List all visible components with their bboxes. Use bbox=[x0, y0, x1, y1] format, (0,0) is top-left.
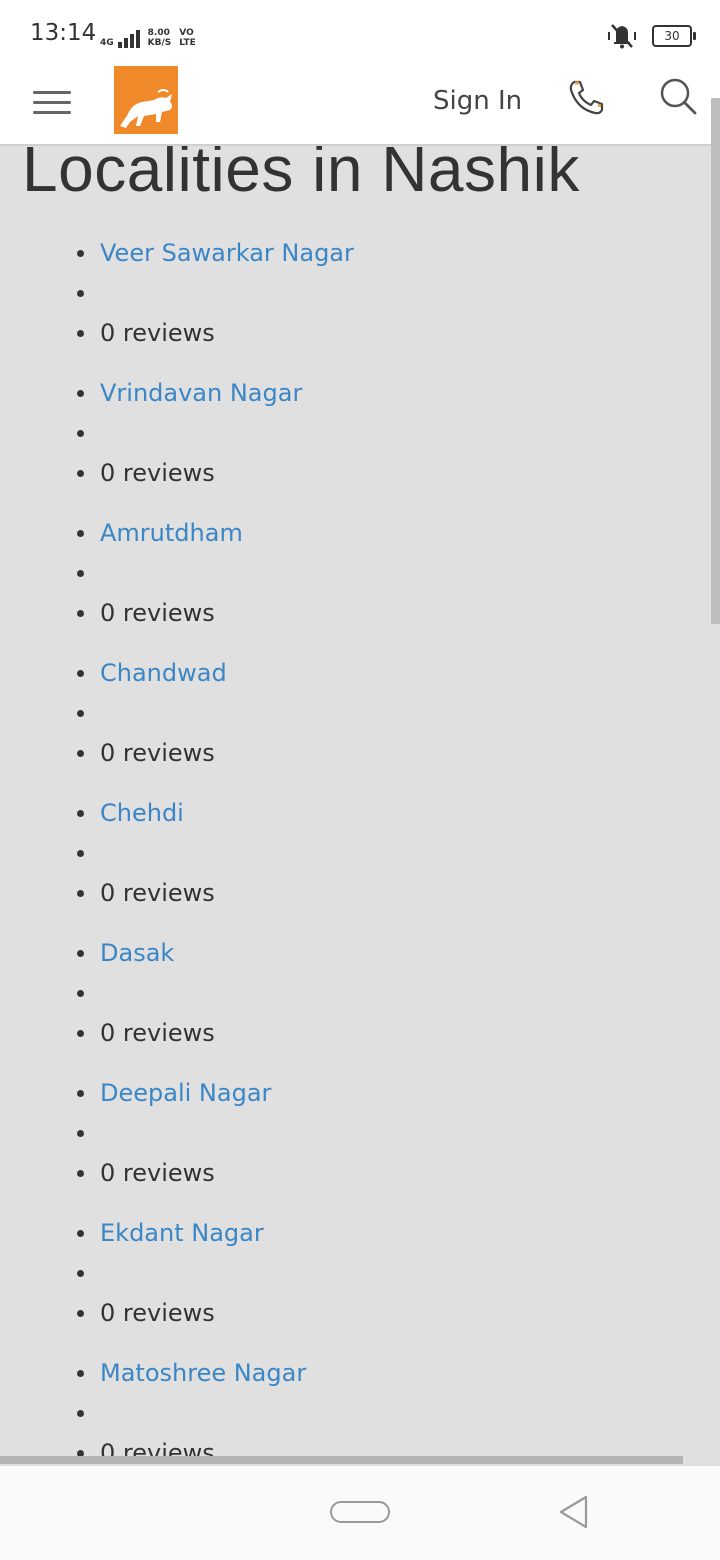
speed-indicator: 8.00 KB/S bbox=[148, 28, 172, 48]
volte-indicator: VO LTE bbox=[179, 28, 196, 48]
locality-item: Dasak 0 reviews bbox=[0, 933, 700, 1073]
locality-link[interactable]: Chandwad bbox=[100, 659, 227, 687]
locality-empty-row bbox=[0, 1393, 700, 1433]
localities-list: Veer Sawarkar Nagar 0 reviews Vrindavan … bbox=[0, 233, 700, 1466]
reviews-count: 0 reviews bbox=[100, 879, 215, 907]
locality-item: Matoshree Nagar 0 reviews bbox=[0, 1353, 700, 1466]
main-content[interactable]: Localities in Nashik Veer Sawarkar Nagar… bbox=[0, 144, 720, 1466]
hamburger-menu-icon[interactable] bbox=[33, 88, 71, 118]
status-bar: 13:14 4G 8.00 KB/S VO LTE 30 bbox=[0, 0, 720, 68]
status-time: 13:14 bbox=[30, 20, 97, 46]
locality-reviews-row: 0 reviews bbox=[0, 593, 700, 633]
locality-reviews-row: 0 reviews bbox=[0, 313, 700, 353]
locality-item: Chehdi 0 reviews bbox=[0, 793, 700, 933]
locality-reviews-row: 0 reviews bbox=[0, 733, 700, 773]
locality-empty-row bbox=[0, 833, 700, 873]
locality-reviews-row: 0 reviews bbox=[0, 453, 700, 493]
locality-link[interactable]: Dasak bbox=[100, 939, 174, 967]
back-triangle-icon[interactable] bbox=[556, 1494, 592, 1530]
locality-link[interactable]: Amrutdham bbox=[100, 519, 243, 547]
reviews-count: 0 reviews bbox=[100, 1299, 215, 1327]
locality-empty-row bbox=[0, 693, 700, 733]
locality-reviews-row: 0 reviews bbox=[0, 1153, 700, 1193]
locality-item: Deepali Nagar 0 reviews bbox=[0, 1073, 700, 1213]
page-title: Localities in Nashik bbox=[22, 144, 580, 205]
locality-link[interactable]: Deepali Nagar bbox=[100, 1079, 271, 1107]
locality-name-row: Matoshree Nagar bbox=[0, 1353, 700, 1393]
locality-name-row: Amrutdham bbox=[0, 513, 700, 553]
reviews-count: 0 reviews bbox=[100, 319, 215, 347]
locality-link[interactable]: Ekdant Nagar bbox=[100, 1219, 264, 1247]
locality-name-row: Chehdi bbox=[0, 793, 700, 833]
locality-name-row: Dasak bbox=[0, 933, 700, 973]
phone-icon[interactable] bbox=[566, 78, 606, 118]
speed-value: 8.00 bbox=[147, 28, 170, 38]
locality-empty-row bbox=[0, 273, 700, 313]
locality-empty-row bbox=[0, 553, 700, 593]
reviews-count: 0 reviews bbox=[100, 1019, 215, 1047]
reviews-count: 0 reviews bbox=[100, 1159, 215, 1187]
locality-name-row: Veer Sawarkar Nagar bbox=[0, 233, 700, 273]
locality-link[interactable]: Chehdi bbox=[100, 799, 184, 827]
locality-reviews-row: 0 reviews bbox=[0, 1013, 700, 1053]
locality-item: Chandwad 0 reviews bbox=[0, 653, 700, 793]
status-right: 30 bbox=[606, 22, 696, 50]
vertical-scrollbar[interactable] bbox=[711, 98, 720, 624]
signal-icon bbox=[117, 28, 140, 48]
app-header: Sign In bbox=[0, 66, 720, 146]
locality-reviews-row: 0 reviews bbox=[0, 1293, 700, 1333]
locality-link[interactable]: Veer Sawarkar Nagar bbox=[100, 239, 354, 267]
speed-unit: KB/S bbox=[147, 38, 172, 48]
reviews-count: 0 reviews bbox=[100, 599, 215, 627]
volte-top: VO bbox=[179, 28, 194, 38]
home-pill-icon[interactable] bbox=[330, 1501, 390, 1523]
network-type: 4G bbox=[100, 38, 114, 48]
reviews-count: 0 reviews bbox=[100, 739, 215, 767]
locality-reviews-row: 0 reviews bbox=[0, 873, 700, 913]
sign-in-link[interactable]: Sign In bbox=[433, 86, 522, 116]
mute-vibrate-icon bbox=[608, 24, 636, 49]
locality-link[interactable]: Vrindavan Nagar bbox=[100, 379, 302, 407]
locality-item: Ekdant Nagar 0 reviews bbox=[0, 1213, 700, 1353]
battery-icon: 30 bbox=[652, 25, 696, 47]
locality-empty-row bbox=[0, 973, 700, 1013]
locality-name-row: Deepali Nagar bbox=[0, 1073, 700, 1113]
screen: 13:14 4G 8.00 KB/S VO LTE 30 Sign In Loc… bbox=[0, 0, 720, 1560]
locality-link[interactable]: Matoshree Nagar bbox=[100, 1359, 306, 1387]
logo-lion-icon[interactable] bbox=[114, 66, 178, 134]
reviews-count: 0 reviews bbox=[100, 459, 215, 487]
locality-item: Veer Sawarkar Nagar 0 reviews bbox=[0, 233, 700, 373]
search-icon[interactable] bbox=[658, 76, 698, 116]
horizontal-scrollbar[interactable] bbox=[0, 1456, 683, 1464]
volte-bottom: LTE bbox=[179, 38, 196, 48]
lion-silhouette-icon bbox=[120, 89, 172, 128]
system-nav-bar bbox=[0, 1466, 720, 1560]
locality-name-row: Chandwad bbox=[0, 653, 700, 693]
locality-name-row: Vrindavan Nagar bbox=[0, 373, 700, 413]
locality-item: Vrindavan Nagar 0 reviews bbox=[0, 373, 700, 513]
network-indicator: 4G 8.00 KB/S VO LTE bbox=[100, 24, 196, 48]
locality-item: Amrutdham 0 reviews bbox=[0, 513, 700, 653]
locality-empty-row bbox=[0, 1253, 700, 1293]
locality-empty-row bbox=[0, 413, 700, 453]
locality-empty-row bbox=[0, 1113, 700, 1153]
locality-name-row: Ekdant Nagar bbox=[0, 1213, 700, 1253]
